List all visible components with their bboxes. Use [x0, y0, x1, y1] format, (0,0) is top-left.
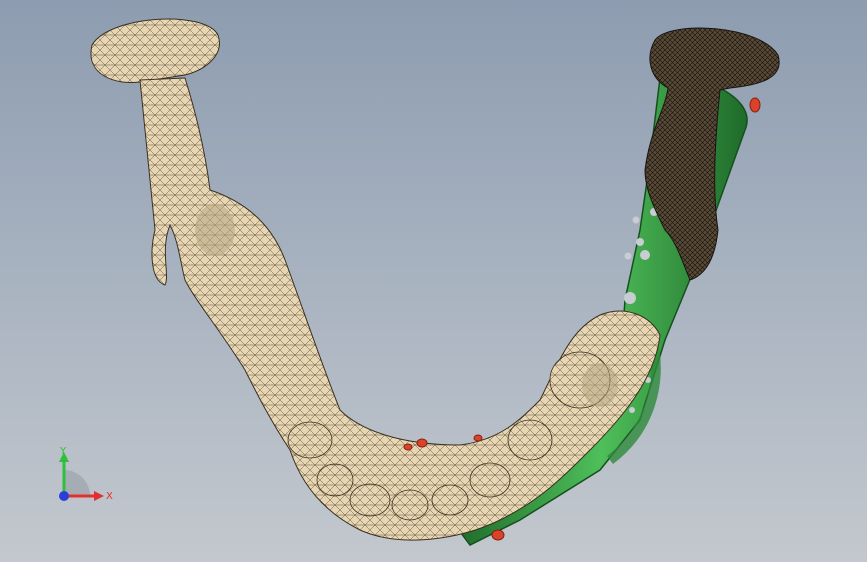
- z-axis-dot: [59, 491, 69, 501]
- mandible-bone[interactable]: [90, 18, 661, 541]
- 3d-model-view[interactable]: [0, 0, 867, 562]
- x-axis-label: X: [106, 491, 113, 502]
- triad-plane: [64, 470, 90, 496]
- graphics-viewport[interactable]: Y X: [0, 0, 867, 562]
- coordinate-triad: Y X: [59, 446, 113, 502]
- y-axis-label: Y: [59, 446, 67, 457]
